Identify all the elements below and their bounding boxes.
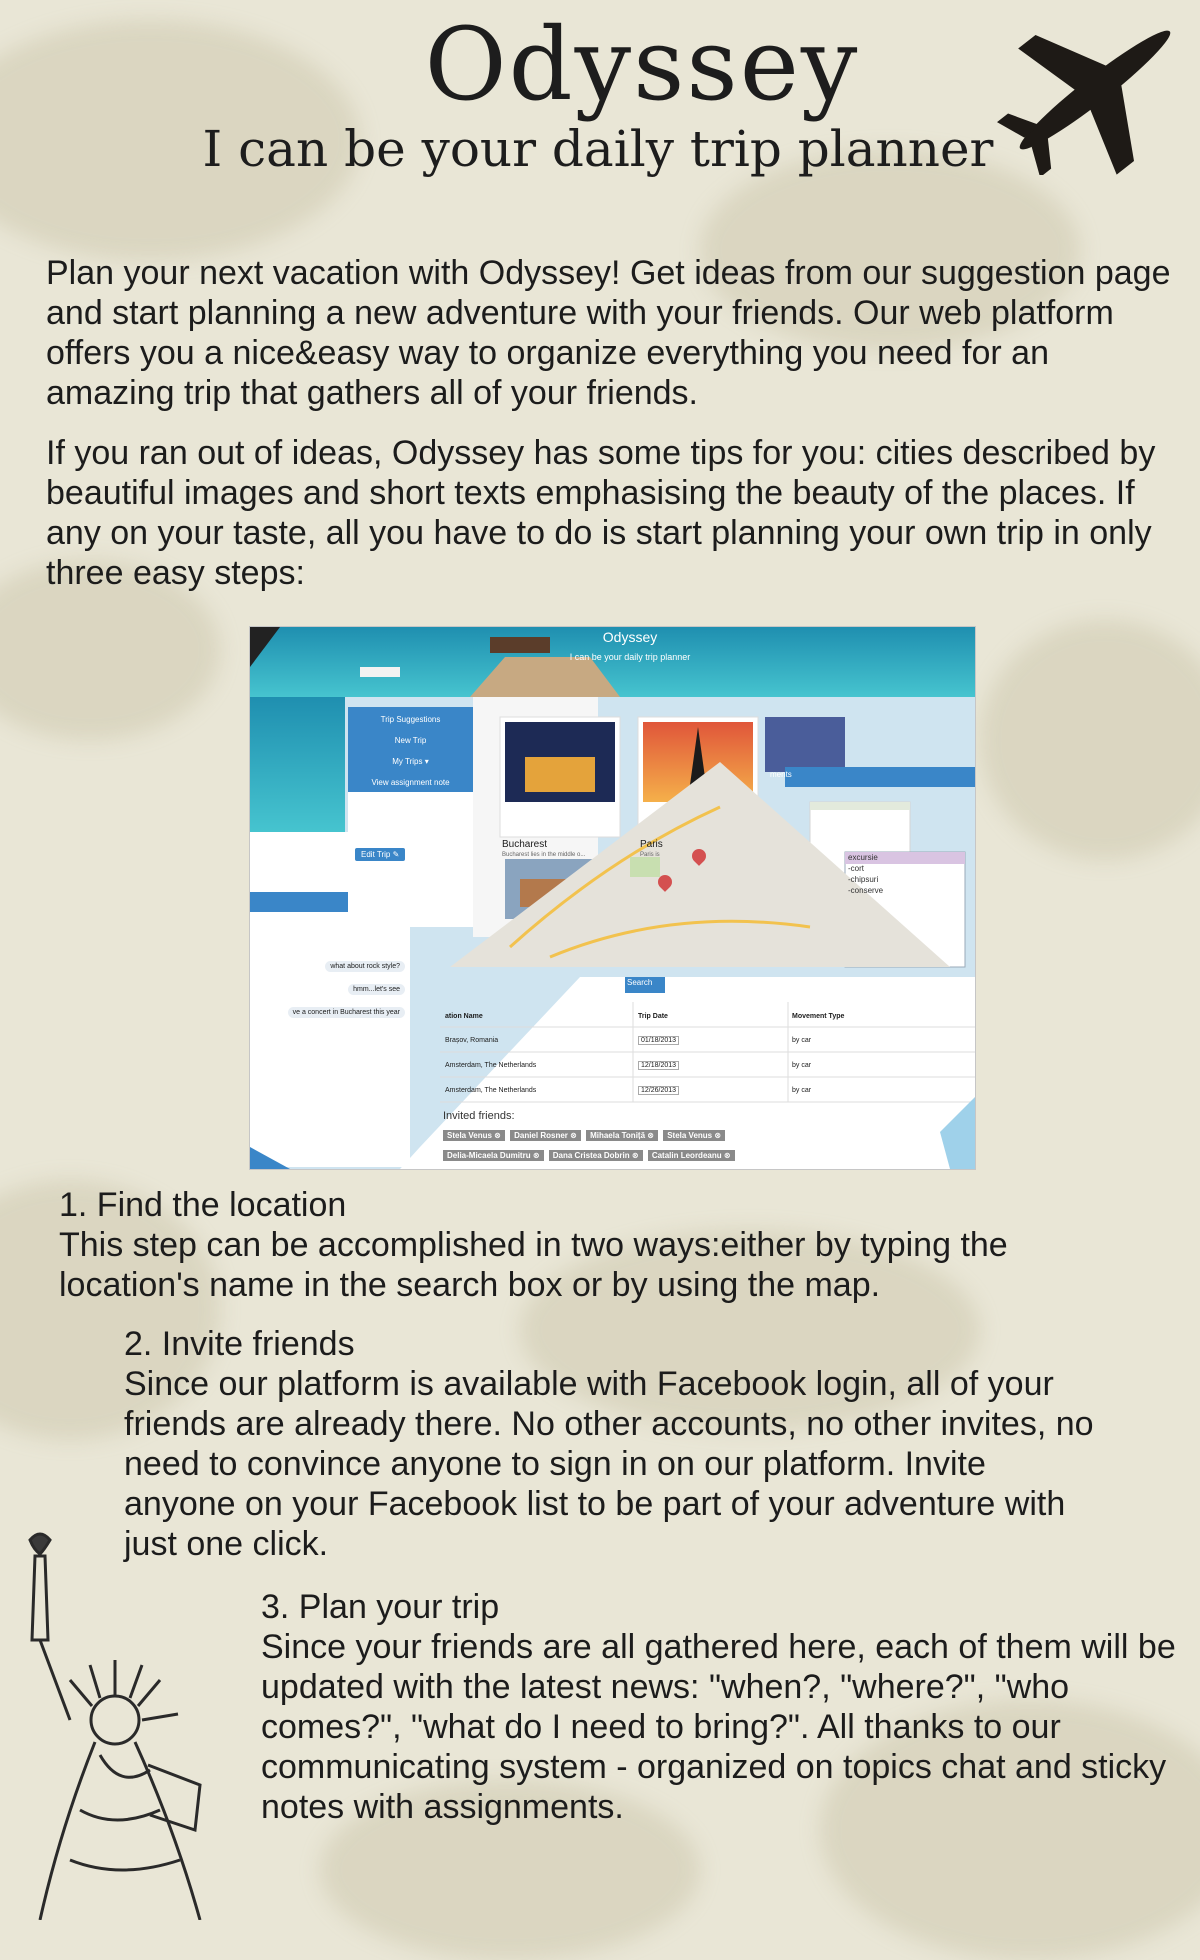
city-paris-name[interactable]: Paris: [640, 839, 663, 850]
friend-tag[interactable]: Stela Venus ⊗: [663, 1130, 726, 1141]
table-header-movement: Movement Type: [792, 1013, 845, 1020]
friend-tag[interactable]: Delia-Micaela Dumitru ⊗: [443, 1150, 544, 1161]
table-header-date: Trip Date: [638, 1013, 668, 1020]
app-screenshot-collage: Odyssey I can be your daily trip planner…: [249, 626, 976, 1170]
friend-tag[interactable]: Mihaela Toniță ⊗: [586, 1130, 658, 1141]
friend-tag[interactable]: Daniel Rosner ⊗: [510, 1130, 581, 1141]
table-header-location: ation Name: [445, 1013, 483, 1020]
intro-paragraph-steps: If you ran out of ideas, Odyssey has som…: [46, 434, 1156, 592]
step-title: 1. Find the location: [59, 1186, 347, 1224]
chat-message: what about rock style?: [285, 955, 405, 978]
remove-icon[interactable]: ⊗: [494, 1131, 501, 1140]
remove-icon[interactable]: ⊗: [632, 1151, 639, 1160]
statue-of-liberty-illustration: [28, 1532, 202, 1920]
chat-panel: what about rock style? hmm...let's see v…: [285, 955, 405, 1024]
sticky-note-item: -cort: [848, 864, 864, 873]
menu-trip-suggestions[interactable]: Trip Suggestions: [348, 709, 473, 730]
remove-icon[interactable]: ⊗: [533, 1151, 540, 1160]
edit-icon: ✎: [392, 850, 400, 859]
city-bucharest-desc: Bucharest lies in the middle o...: [502, 852, 586, 858]
app-menu: Trip Suggestions New Trip My Trips ▾ Vie…: [348, 709, 473, 793]
chat-message: ve a concert in Bucharest this year: [285, 1001, 405, 1024]
menu-my-trips[interactable]: My Trips ▾: [348, 751, 473, 772]
step-text: Since our platform is available with Fac…: [124, 1365, 1094, 1563]
city-bucharest-name[interactable]: Bucharest: [502, 839, 547, 850]
app-title: Odyssey: [602, 629, 658, 645]
sticky-note[interactable]: excursie -cort -chipsuri -conserve: [848, 852, 883, 896]
sticky-note-item: -chipsuri: [848, 875, 879, 884]
remove-icon[interactable]: ⊗: [724, 1151, 731, 1160]
friend-tag[interactable]: Catalin Leordeanu ⊗: [647, 1150, 735, 1161]
friend-tag[interactable]: Stela Venus ⊗: [443, 1130, 505, 1141]
date-input[interactable]: 12/26/2013: [638, 1086, 680, 1095]
chat-message: hmm...let's see: [285, 978, 405, 1001]
step-text: This step can be accomplished in two way…: [59, 1226, 1008, 1304]
friend-tag[interactable]: Dana Cristea Dobrin ⊗: [548, 1150, 643, 1161]
city-paris-desc: Paris is: [640, 852, 660, 858]
menu-new-trip[interactable]: New Trip: [348, 730, 473, 751]
remove-icon[interactable]: ⊗: [570, 1131, 577, 1140]
step-invite-friends: 2. Invite friends Since our platform is …: [124, 1324, 1104, 1564]
intro-paragraph: Plan your next vacation with Odyssey! Ge…: [46, 254, 1171, 412]
step-title: 2. Invite friends: [124, 1325, 355, 1363]
menu-assignment-note[interactable]: View assignment note: [348, 772, 473, 793]
page-title: Odyssey: [424, 6, 860, 123]
edit-trip-button[interactable]: Edit Trip ✎: [355, 848, 406, 861]
sticky-note-item: -conserve: [848, 886, 884, 895]
step-find-location: 1. Find the location This step can be ac…: [59, 1185, 1149, 1305]
app-tagline: I can be your daily trip planner: [569, 652, 691, 662]
comments-tab[interactable]: ments: [770, 770, 792, 779]
step-plan-trip: 3. Plan your trip Since your friends are…: [261, 1587, 1181, 1827]
page-subtitle: I can be your daily trip planner: [202, 120, 994, 178]
step-text: Since your friends are all gathered here…: [261, 1628, 1176, 1826]
invited-friends-label: Invited friends:: [443, 1110, 515, 1122]
remove-icon[interactable]: ⊗: [647, 1131, 654, 1140]
friend-tags: Stela Venus ⊗ Daniel Rosner ⊗ Mihaela To…: [443, 1126, 863, 1166]
search-button[interactable]: Search: [627, 978, 652, 987]
date-input[interactable]: 12/18/2013: [638, 1061, 680, 1070]
date-input[interactable]: 01/18/2013: [638, 1036, 680, 1045]
remove-icon[interactable]: ⊗: [714, 1131, 721, 1140]
sticky-note-title: excursie: [848, 853, 878, 862]
step-title: 3. Plan your trip: [261, 1588, 500, 1626]
